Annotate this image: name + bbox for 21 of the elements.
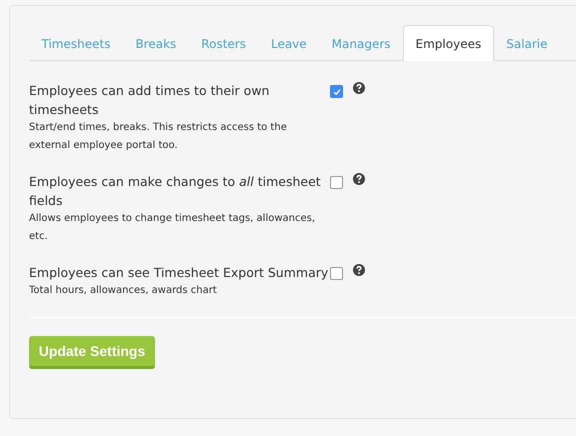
checkbox[interactable]: [330, 267, 343, 280]
tab[interactable]: Salarie: [494, 25, 560, 61]
tab[interactable]: Leave: [258, 25, 320, 61]
tab[interactable]: Timesheets: [29, 25, 123, 61]
setting-description: Total hours, allowances, awards chart: [29, 284, 218, 298]
setting-description: Start/end times, breaks. This restricts access to the external employee portal too.: [29, 121, 288, 153]
checkbox[interactable]: [330, 85, 343, 98]
tab[interactable]: Managers: [319, 25, 404, 61]
tab[interactable]: Breaks: [122, 25, 189, 61]
tab[interactable]: Employees: [403, 25, 494, 61]
help-icon[interactable]: [353, 82, 365, 94]
setting-title: Employees can make changes to all timesheet fields: [29, 173, 322, 210]
help-icon[interactable]: [353, 264, 365, 276]
setting-title: Employees can see Timesheet Export Summary: [29, 264, 330, 282]
tab[interactable]: Rosters: [188, 25, 258, 61]
setting-description: Allows employees to change timesheet tags, allowances, etc.: [29, 212, 316, 244]
help-icon[interactable]: [353, 173, 365, 185]
checkbox[interactable]: [330, 176, 343, 189]
checkmark-icon: [332, 86, 342, 96]
setting-title: Employees can add times to their own timesheets: [29, 82, 270, 119]
update-settings-button[interactable]: Update Settings: [29, 336, 155, 369]
